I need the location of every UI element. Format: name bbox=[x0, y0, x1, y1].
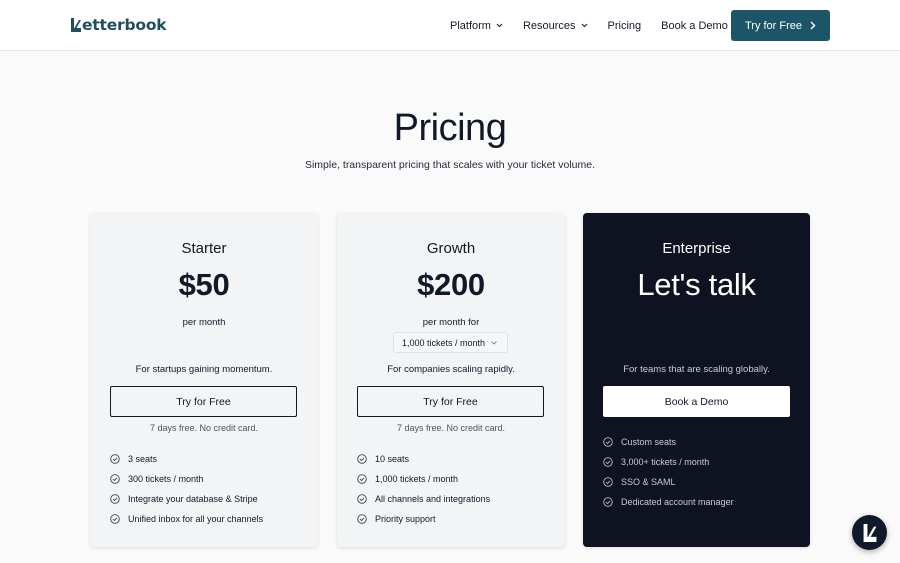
chat-launcher-icon bbox=[863, 523, 876, 542]
check-circle-icon bbox=[357, 474, 367, 484]
logo-text: etterbook bbox=[82, 16, 167, 34]
feature-label: Unified inbox for all your channels bbox=[128, 514, 264, 524]
nav-item-resources[interactable]: Resources bbox=[523, 20, 588, 32]
nav-item-label: Pricing bbox=[607, 19, 642, 32]
check-circle-icon bbox=[357, 494, 367, 504]
plan-name: Enterprise bbox=[662, 240, 731, 257]
plan-description: For startups gaining momentum. bbox=[135, 364, 273, 375]
starter-try-free-button[interactable]: Try for Free bbox=[110, 386, 297, 417]
plan-name: Starter bbox=[181, 240, 227, 257]
chevron-right-icon bbox=[810, 21, 816, 30]
feature-item: 300 tickets / month bbox=[110, 469, 263, 489]
nav-item-label: Book a Demo bbox=[661, 19, 728, 32]
feature-item: SSO & SAML bbox=[603, 472, 734, 492]
nav-item-book-demo[interactable]: Book a Demo bbox=[661, 20, 728, 32]
chevron-down-icon bbox=[491, 341, 497, 345]
growth-try-free-button[interactable]: Try for Free bbox=[357, 386, 544, 417]
feature-label: Integrate your database & Stripe bbox=[128, 494, 258, 504]
feature-item: Priority support bbox=[357, 509, 490, 529]
feature-label: 10 seats bbox=[375, 454, 410, 464]
book-demo-button[interactable]: Book a Demo bbox=[603, 386, 790, 417]
check-circle-icon bbox=[603, 437, 613, 447]
feature-label: 3 seats bbox=[128, 454, 158, 464]
feature-label: SSO & SAML bbox=[621, 477, 676, 487]
plan-note: 7 days free. No credit card. bbox=[396, 423, 506, 433]
nav-links: Platform Resources Pricing Book a Demo bbox=[450, 0, 748, 51]
feature-label: Dedicated account manager bbox=[621, 497, 734, 507]
check-circle-icon bbox=[110, 474, 120, 484]
plan-price: $50 bbox=[178, 267, 230, 302]
nav-item-label: Resources bbox=[522, 19, 576, 32]
feature-item: 10 seats bbox=[357, 449, 490, 469]
nav-item-platform[interactable]: Platform bbox=[450, 20, 503, 32]
plan-note: 7 days free. No credit card. bbox=[149, 423, 259, 433]
check-circle-icon bbox=[603, 497, 613, 507]
check-circle-icon bbox=[357, 514, 367, 524]
top-navbar: etterbook Platform Resources Pricing Boo… bbox=[0, 0, 900, 51]
check-circle-icon bbox=[110, 494, 120, 504]
feature-item: 3,000+ tickets / month bbox=[603, 452, 734, 472]
feature-item: 3 seats bbox=[110, 449, 263, 469]
feature-list: Custom seats 3,000+ tickets / month SSO … bbox=[603, 432, 734, 512]
feature-item: Unified inbox for all your channels bbox=[110, 509, 263, 529]
letterbook-logo[interactable]: etterbook bbox=[70, 15, 167, 35]
try-for-free-button[interactable]: Try for Free bbox=[731, 10, 830, 41]
chevron-down-icon bbox=[496, 23, 503, 28]
feature-item: Custom seats bbox=[603, 432, 734, 452]
cta-label: Try for Free bbox=[744, 19, 803, 32]
feature-item: Integrate your database & Stripe bbox=[110, 489, 263, 509]
nav-item-label: Platform bbox=[450, 19, 491, 32]
check-circle-icon bbox=[357, 454, 367, 464]
check-circle-icon bbox=[110, 514, 120, 524]
plan-price: $200 bbox=[417, 267, 485, 302]
plan-card-starter: Starter $50 per month For startups gaini… bbox=[90, 213, 318, 547]
plan-period: per month for bbox=[422, 317, 480, 328]
check-circle-icon bbox=[603, 457, 613, 467]
feature-label: 3,000+ tickets / month bbox=[621, 457, 710, 467]
page-title: Pricing bbox=[393, 107, 507, 149]
chat-launcher-button[interactable] bbox=[852, 515, 887, 550]
feature-list: 10 seats 1,000 tickets / month All chann… bbox=[357, 449, 490, 529]
check-circle-icon bbox=[603, 477, 613, 487]
plan-card-growth: Growth $200 per month for 1,000 tickets … bbox=[337, 213, 565, 547]
select-value: 1,000 tickets / month bbox=[402, 337, 486, 348]
plan-description: For companies scaling rapidly. bbox=[387, 364, 515, 375]
page-subtitle: Simple, transparent pricing that scales … bbox=[304, 159, 596, 171]
feature-item: All channels and integrations bbox=[357, 489, 490, 509]
logo-mark-icon bbox=[71, 18, 81, 32]
feature-label: Custom seats bbox=[621, 437, 677, 447]
feature-list: 3 seats 300 tickets / month Integrate yo… bbox=[110, 449, 263, 529]
feature-item: 1,000 tickets / month bbox=[357, 469, 490, 489]
feature-label: All channels and integrations bbox=[375, 494, 491, 504]
feature-item: Dedicated account manager bbox=[603, 492, 734, 512]
plan-card-enterprise: Enterprise Let's talk For teams that are… bbox=[583, 213, 810, 547]
feature-label: Priority support bbox=[375, 514, 436, 524]
feature-label: 300 tickets / month bbox=[128, 474, 204, 484]
plan-description: For teams that are scaling globally. bbox=[623, 364, 770, 375]
ticket-volume-select[interactable]: 1,000 tickets / month bbox=[393, 332, 508, 353]
plan-price: Let's talk bbox=[637, 267, 756, 302]
feature-label: 1,000 tickets / month bbox=[375, 474, 459, 484]
plan-period: per month bbox=[182, 317, 226, 328]
chevron-down-icon bbox=[581, 23, 587, 28]
nav-item-pricing[interactable]: Pricing bbox=[608, 20, 642, 32]
plan-name: Growth bbox=[426, 240, 476, 257]
check-circle-icon bbox=[110, 454, 120, 464]
